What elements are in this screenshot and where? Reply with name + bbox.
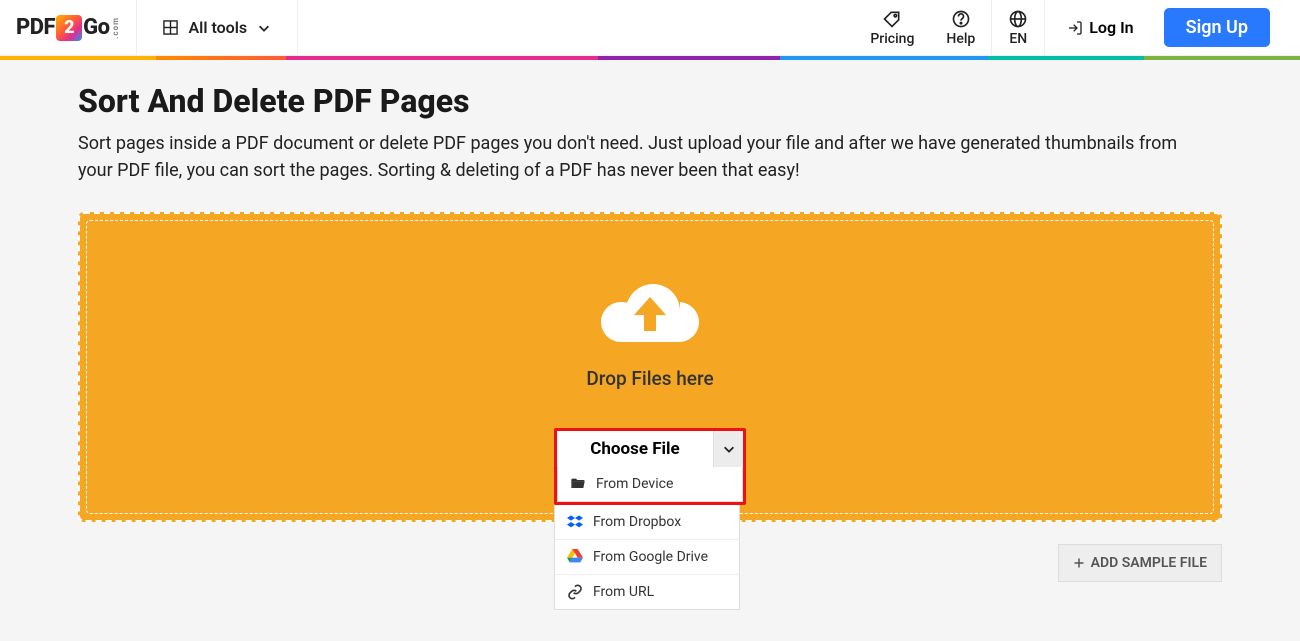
choose-file-dropdown-toggle[interactable] bbox=[713, 431, 743, 467]
page-description: Sort pages inside a PDF document or dele… bbox=[78, 130, 1208, 184]
menu-from-url-label: From URL bbox=[593, 584, 654, 600]
logo-text-pre: PDF bbox=[16, 15, 55, 40]
pricing-link[interactable]: Pricing bbox=[854, 0, 930, 55]
pricing-tag-icon bbox=[882, 9, 902, 29]
menu-from-device[interactable]: From Device bbox=[558, 467, 742, 501]
chevron-down-icon bbox=[257, 21, 271, 35]
add-sample-label: ADD SAMPLE FILE bbox=[1091, 555, 1207, 571]
pricing-label: Pricing bbox=[870, 31, 914, 47]
language-switcher[interactable]: EN bbox=[992, 0, 1044, 55]
add-sample-file-button[interactable]: ADD SAMPLE FILE bbox=[1058, 544, 1222, 582]
login-label: Log In bbox=[1089, 18, 1133, 37]
all-tools-dropdown[interactable]: All tools bbox=[137, 0, 297, 55]
grid-icon bbox=[163, 20, 178, 35]
signup-label: Sign Up bbox=[1186, 17, 1248, 38]
google-drive-icon bbox=[567, 549, 583, 565]
highlight-box: Choose File From Device bbox=[554, 428, 746, 505]
menu-from-url[interactable]: From URL bbox=[555, 574, 739, 609]
source-menu-rest: From Dropbox From Google Drive From URL bbox=[554, 505, 740, 610]
choose-file-button[interactable]: Choose File bbox=[557, 431, 713, 467]
login-button[interactable]: Log In bbox=[1045, 0, 1155, 55]
menu-from-gdrive[interactable]: From Google Drive bbox=[555, 539, 739, 574]
help-label: Help bbox=[946, 31, 975, 47]
drop-zone[interactable]: Drop Files here Choose File Fro bbox=[78, 212, 1222, 522]
all-tools-label: All tools bbox=[188, 18, 247, 37]
cloud-upload-icon bbox=[600, 279, 700, 355]
help-link[interactable]: Help bbox=[930, 0, 991, 55]
logo-text-post: Go bbox=[83, 15, 109, 40]
dropbox-icon bbox=[567, 514, 583, 530]
menu-from-gdrive-label: From Google Drive bbox=[593, 549, 708, 565]
language-label: EN bbox=[1009, 31, 1027, 47]
globe-icon bbox=[1008, 9, 1028, 29]
logo[interactable]: PDF2Go.com bbox=[0, 0, 136, 55]
drop-label: Drop Files here bbox=[586, 367, 713, 390]
logo-subtext: .com bbox=[111, 17, 120, 39]
plus-icon bbox=[1073, 557, 1085, 569]
help-icon bbox=[951, 9, 971, 29]
folder-open-icon bbox=[570, 476, 586, 492]
signup-button[interactable]: Sign Up bbox=[1164, 8, 1270, 47]
link-icon bbox=[567, 584, 583, 600]
top-navbar: PDF2Go.com All tools Pricing Help EN Log… bbox=[0, 0, 1300, 56]
menu-from-dropbox-label: From Dropbox bbox=[593, 514, 681, 530]
login-icon bbox=[1067, 20, 1083, 36]
menu-from-dropbox[interactable]: From Dropbox bbox=[555, 505, 739, 539]
menu-from-device-label: From Device bbox=[596, 476, 673, 492]
logo-badge: 2 bbox=[56, 15, 82, 41]
chevron-down-icon bbox=[722, 442, 736, 456]
page-title: Sort And Delete PDF Pages bbox=[78, 82, 1222, 120]
